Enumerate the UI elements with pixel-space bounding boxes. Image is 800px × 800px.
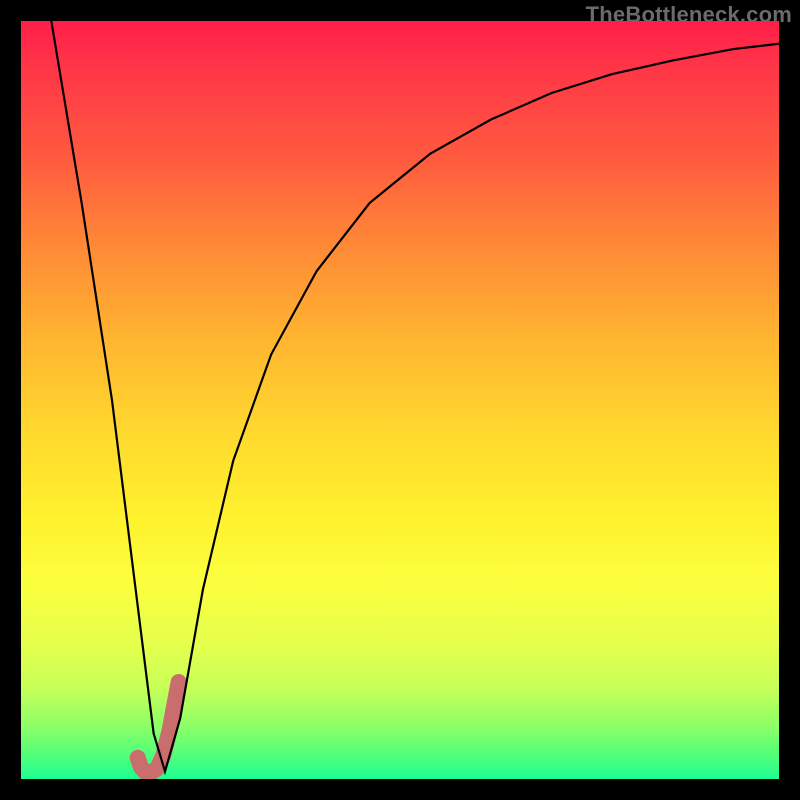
app-frame: TheBottleneck.com <box>0 0 800 800</box>
bottleneck-curve <box>51 21 779 771</box>
chart-plot-area <box>21 21 779 779</box>
highlight-hook <box>138 682 179 772</box>
chart-svg <box>21 21 779 779</box>
